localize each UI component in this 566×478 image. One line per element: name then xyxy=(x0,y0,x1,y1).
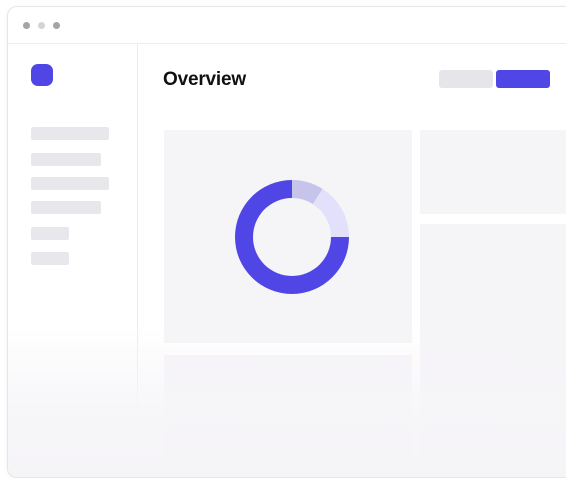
secondary-button[interactable] xyxy=(439,70,493,88)
stat-card xyxy=(420,130,566,214)
sidebar xyxy=(8,44,138,477)
close-dot[interactable] xyxy=(23,22,30,29)
primary-button[interactable] xyxy=(496,70,550,88)
page-title: Overview xyxy=(163,69,246,90)
sidebar-item-placeholder[interactable] xyxy=(31,252,69,265)
donut-chart xyxy=(235,180,349,294)
app-logo[interactable] xyxy=(31,64,53,86)
main-content: Overview xyxy=(138,44,566,477)
sidebar-item-placeholder[interactable] xyxy=(31,201,101,214)
minimize-dot[interactable] xyxy=(38,22,45,29)
maximize-dot[interactable] xyxy=(53,22,60,29)
sidebar-item-placeholder[interactable] xyxy=(31,127,109,140)
sidebar-item-placeholder[interactable] xyxy=(31,227,69,240)
app-window: Overview xyxy=(7,6,566,478)
side-panel-card xyxy=(420,224,566,464)
title-bar xyxy=(8,7,566,44)
sidebar-item-placeholder[interactable] xyxy=(31,153,101,166)
sidebar-item-placeholder[interactable] xyxy=(31,177,109,190)
donut-slice-2 xyxy=(312,188,349,237)
bottom-card xyxy=(164,355,412,475)
